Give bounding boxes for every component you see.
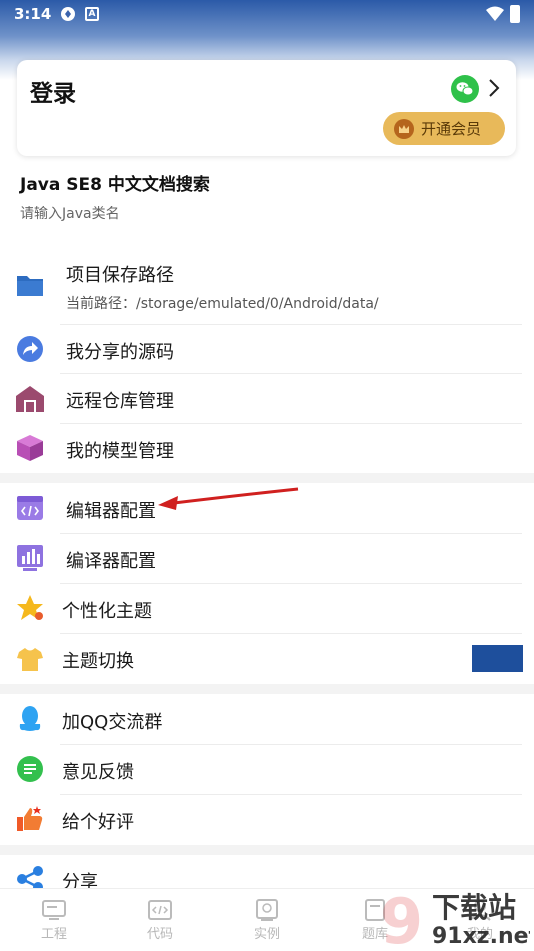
folder-icon	[17, 276, 43, 296]
status-time: 3:14	[14, 5, 52, 23]
editor-code-icon	[17, 496, 43, 520]
qq-penguin-icon	[19, 706, 41, 731]
doc-search-title: Java SE8 中文文档搜索	[20, 175, 210, 195]
feedback-icon	[17, 756, 43, 782]
nav-example[interactable]: 实例	[237, 899, 297, 942]
chevron-right-icon[interactable]	[487, 77, 501, 99]
notification-icon: A	[85, 7, 99, 21]
nav-example-label: 实例	[253, 927, 280, 942]
menu-item-save-path[interactable]: 项目保存路径 当前路径：/storage/emulated/0/Android/…	[0, 250, 534, 324]
qq-group-label: 加QQ交流群	[62, 712, 163, 733]
theme-color-swatch[interactable]	[472, 645, 523, 672]
svg-text:91xz.net: 91xz.net	[432, 924, 530, 949]
login-card[interactable]: 登录 开通会员	[17, 60, 516, 156]
section-gap	[0, 684, 534, 694]
compiler-config-label: 编译器配置	[66, 551, 156, 572]
menu-item-remote-repo[interactable]: 远程仓库管理	[0, 374, 534, 423]
personal-theme-label: 个性化主题	[62, 601, 152, 622]
menu-item-personal-theme[interactable]: 个性化主题	[0, 584, 534, 633]
java-class-search-input[interactable]	[20, 206, 500, 222]
shared-source-label: 我分享的源码	[66, 342, 174, 363]
thumbs-up-icon	[17, 806, 43, 831]
svg-text:9: 9	[380, 885, 423, 950]
example-icon	[256, 899, 278, 921]
wechat-icon[interactable]	[451, 75, 479, 103]
annotation-arrow-icon	[158, 487, 299, 510]
login-title[interactable]: 登录	[30, 74, 76, 108]
feedback-label: 意见反馈	[62, 762, 134, 783]
code-icon	[148, 900, 172, 920]
menu-item-qq-group[interactable]: 加QQ交流群	[0, 694, 534, 744]
compiler-chart-icon	[17, 545, 43, 571]
menu-item-shared-source[interactable]: 我分享的源码	[0, 325, 534, 373]
crown-icon	[394, 118, 414, 139]
share-arrow-icon	[17, 336, 43, 362]
menu-item-rate[interactable]: 给个好评	[0, 795, 534, 844]
save-path-label: 项目保存路径	[66, 265, 174, 286]
battery-icon	[510, 5, 520, 23]
wifi-icon	[486, 6, 504, 21]
status-bar: 3:14 A	[0, 0, 534, 30]
save-path-value: 当前路径：/storage/emulated/0/Android/data/	[66, 296, 379, 312]
section-gap	[0, 845, 534, 855]
warehouse-icon	[16, 386, 44, 412]
menu-item-share[interactable]: 分享	[0, 855, 534, 893]
theme-switch-label: 主题切换	[62, 651, 134, 672]
vip-label: 开通会员	[421, 120, 482, 138]
watermark-logo: 9 下载站 91xz.net	[380, 885, 530, 950]
star-icon	[17, 595, 43, 620]
vip-button[interactable]: 开通会员	[383, 112, 505, 145]
nav-project[interactable]: 工程	[24, 899, 84, 942]
tshirt-icon	[17, 648, 43, 671]
svg-text:下载站: 下载站	[432, 891, 516, 924]
menu-item-my-models[interactable]: 我的模型管理	[0, 424, 534, 472]
menu-item-feedback[interactable]: 意见反馈	[0, 745, 534, 794]
project-icon	[42, 900, 66, 920]
cube-icon	[17, 435, 43, 461]
my-models-label: 我的模型管理	[66, 441, 174, 462]
nav-project-label: 工程	[40, 927, 67, 942]
nav-code-label: 代码	[146, 927, 173, 942]
nav-code[interactable]: 代码	[130, 899, 190, 942]
remote-repo-label: 远程仓库管理	[66, 391, 174, 412]
menu-item-theme-switch[interactable]: 主题切换	[0, 634, 534, 684]
rate-label: 给个好评	[62, 812, 134, 833]
menu-item-compiler-config[interactable]: 编译器配置	[0, 534, 534, 583]
sync-icon	[61, 7, 75, 21]
